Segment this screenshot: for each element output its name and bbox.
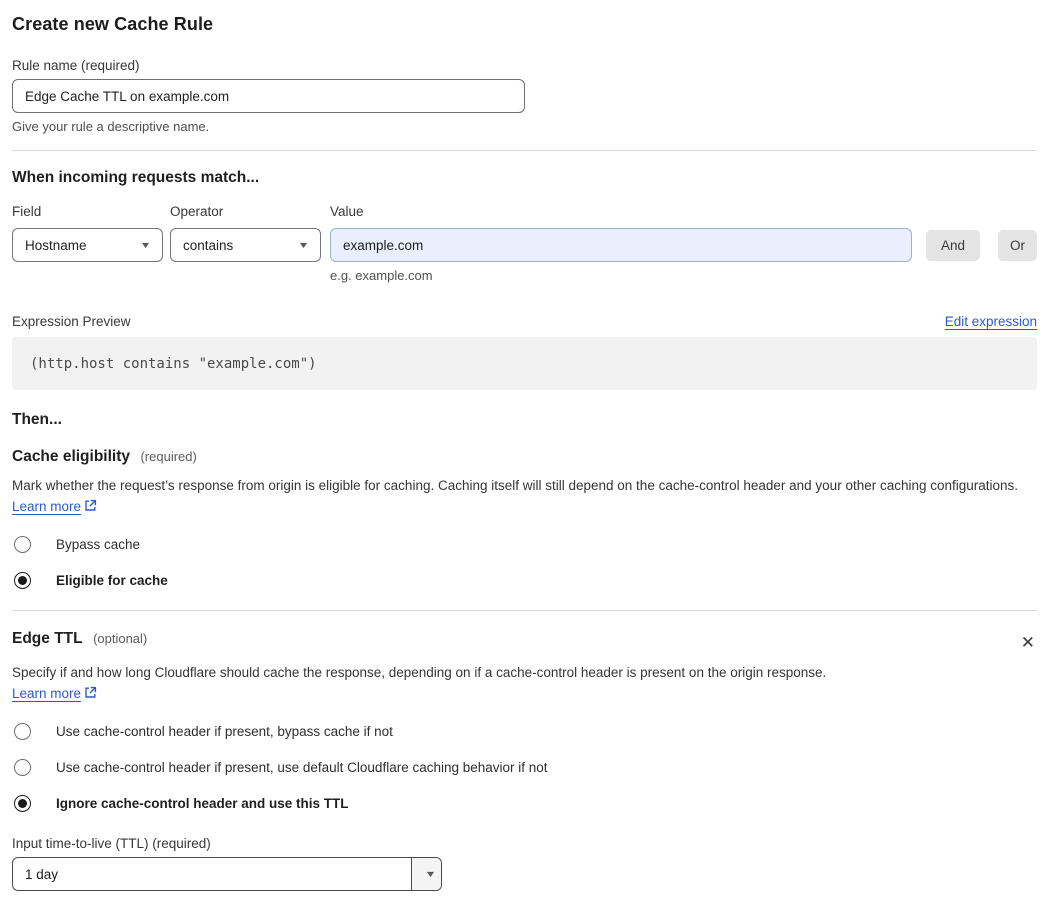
radio-selected-icon[interactable]: [14, 572, 31, 589]
operator-select-value: contains: [183, 237, 234, 253]
edge-ttl-description-text: Specify if and how long Cloudflare shoul…: [12, 665, 827, 680]
edge-ttl-header: Edge TTL (optional) ✕: [12, 630, 1037, 653]
radio-label: Use cache-control header if present, use…: [56, 760, 548, 775]
field-label: Field: [12, 204, 42, 219]
cache-eligibility-description: Mark whether the request’s response from…: [12, 475, 1037, 518]
expression-text: (http.host contains "example.com"): [30, 355, 317, 372]
or-button[interactable]: Or: [998, 229, 1037, 261]
radio-option-eligible-for-cache[interactable]: Eligible for cache: [12, 572, 1037, 589]
divider: [12, 150, 1037, 151]
match-row: Hostname ▼ contains ▼ And Or: [12, 228, 1037, 262]
divider: [12, 610, 1037, 611]
radio-label: Eligible for cache: [56, 573, 168, 588]
rule-name-input[interactable]: [12, 79, 525, 113]
expression-preview-row: Expression Preview Edit expression: [12, 314, 1037, 329]
match-heading: When incoming requests match...: [12, 169, 260, 186]
ttl-select[interactable]: 1 day ▼: [12, 857, 442, 891]
edit-expression-link[interactable]: Edit expression: [945, 314, 1037, 329]
radio-label: Ignore cache-control header and use this…: [56, 796, 349, 811]
radio-option-bypass-cache[interactable]: Bypass cache: [12, 536, 1037, 553]
radio-option-use-header-bypass[interactable]: Use cache-control header if present, byp…: [12, 723, 1037, 740]
then-heading: Then...: [12, 411, 62, 428]
radio-unselected-icon[interactable]: [14, 723, 31, 740]
expression-preview-code: (http.host contains "example.com"): [12, 337, 1037, 390]
value-label: Value: [330, 204, 364, 219]
learn-more-link[interactable]: Learn more: [12, 686, 81, 701]
cache-eligibility-qualifier: (required): [140, 449, 197, 464]
radio-option-ignore-header-ttl[interactable]: Ignore cache-control header and use this…: [12, 795, 1037, 812]
radio-label: Use cache-control header if present, byp…: [56, 724, 393, 739]
edge-ttl-description: Specify if and how long Cloudflare shoul…: [12, 662, 860, 705]
value-help-text: e.g. example.com: [330, 268, 433, 283]
chevron-down-icon: ▼: [297, 240, 310, 250]
rule-name-help: Give your rule a descriptive name.: [12, 119, 210, 134]
match-column-labels: Field Operator Value: [12, 204, 1037, 219]
external-link-icon: [84, 497, 97, 518]
expression-preview-label: Expression Preview: [12, 314, 131, 329]
cache-eligibility-description-text: Mark whether the request’s response from…: [12, 478, 1019, 493]
edge-ttl-title: Edge TTL: [12, 630, 83, 647]
ttl-input-label: Input time-to-live (TTL) (required): [12, 836, 211, 851]
operator-select[interactable]: contains ▼: [170, 228, 321, 262]
radio-label: Bypass cache: [56, 537, 141, 552]
radio-unselected-icon[interactable]: [14, 536, 31, 553]
create-cache-rule-form: Create new Cache Rule Rule name (require…: [0, 0, 1058, 891]
ttl-select-caret-button[interactable]: ▼: [411, 858, 441, 890]
and-button[interactable]: And: [925, 229, 980, 261]
operator-label: Operator: [170, 204, 224, 219]
value-input[interactable]: [330, 228, 912, 262]
edge-ttl-qualifier: (optional): [93, 631, 148, 646]
chevron-down-icon: ▼: [139, 240, 152, 250]
external-link-icon: [84, 684, 97, 705]
cache-eligibility-title: Cache eligibility: [12, 448, 131, 465]
cache-eligibility-header: Cache eligibility (required): [12, 448, 1037, 466]
field-select-value: Hostname: [25, 237, 87, 253]
radio-unselected-icon[interactable]: [14, 759, 31, 776]
learn-more-link[interactable]: Learn more: [12, 499, 81, 514]
radio-selected-icon[interactable]: [14, 795, 31, 812]
ttl-select-value: 1 day: [25, 866, 59, 882]
rule-name-label: Rule name (required): [12, 58, 140, 73]
close-icon[interactable]: ✕: [1019, 632, 1037, 653]
chevron-down-icon: ▼: [424, 869, 437, 879]
radio-option-use-header-default[interactable]: Use cache-control header if present, use…: [12, 759, 1037, 776]
field-select[interactable]: Hostname ▼: [12, 228, 163, 262]
page-title: Create new Cache Rule: [12, 14, 214, 34]
